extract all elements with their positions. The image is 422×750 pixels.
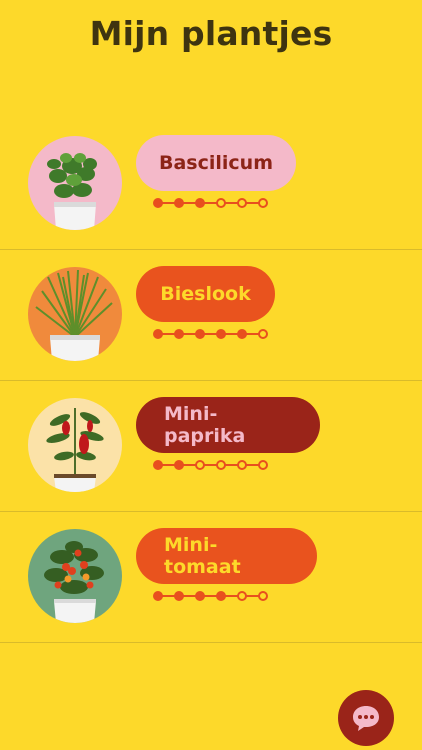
- progress-step: [195, 329, 205, 339]
- plant-row-chives[interactable]: Bieslook: [0, 249, 422, 381]
- progress-step: [174, 329, 184, 339]
- progress-step: [216, 198, 226, 208]
- progress-step: [258, 198, 268, 208]
- progress-step: [216, 460, 226, 470]
- progress-step: [174, 460, 184, 470]
- chat-button[interactable]: [338, 690, 394, 746]
- growth-progress: [153, 198, 268, 208]
- progress-step: [195, 591, 205, 601]
- plant-name-button[interactable]: Mini-tomaat: [136, 528, 317, 584]
- progress-step: [174, 198, 184, 208]
- progress-step: [237, 591, 247, 601]
- plant-row-mini-tomaat[interactable]: Mini-tomaat: [0, 511, 422, 643]
- chives-plant-image: [28, 267, 122, 361]
- progress-step: [216, 329, 226, 339]
- progress-step: [237, 329, 247, 339]
- growth-progress: [153, 460, 268, 470]
- plant-name-label: Bascilicum: [159, 152, 273, 174]
- plant-name-label: Mini-paprika: [164, 403, 246, 447]
- plant-name-button[interactable]: Mini-paprika: [136, 397, 320, 453]
- growth-progress: [153, 591, 268, 601]
- progress-step: [153, 460, 163, 470]
- paprika-plant-image: [28, 398, 122, 492]
- plant-name-label: Bieslook: [160, 283, 251, 305]
- progress-step: [258, 460, 268, 470]
- progress-step: [195, 460, 205, 470]
- progress-step: [258, 591, 268, 601]
- plant-row-mini-paprika[interactable]: Mini-paprika: [0, 380, 422, 512]
- basil-plant-image: [28, 136, 122, 230]
- chat-bubble-icon: [353, 706, 379, 731]
- progress-step: [258, 329, 268, 339]
- growth-progress: [153, 329, 268, 339]
- progress-step: [237, 198, 247, 208]
- tomato-plant-image: [28, 529, 122, 623]
- progress-step: [195, 198, 205, 208]
- plant-name-button[interactable]: Bascilicum: [136, 135, 296, 191]
- progress-step: [174, 591, 184, 601]
- plant-name-label: Mini-tomaat: [164, 534, 241, 578]
- progress-step: [153, 329, 163, 339]
- progress-step: [153, 198, 163, 208]
- plant-row-basil[interactable]: Bascilicum: [0, 118, 422, 250]
- progress-step: [237, 460, 247, 470]
- page-title: Mijn plantjes: [89, 14, 333, 53]
- plant-name-button[interactable]: Bieslook: [136, 266, 275, 322]
- progress-step: [153, 591, 163, 601]
- progress-step: [216, 591, 226, 601]
